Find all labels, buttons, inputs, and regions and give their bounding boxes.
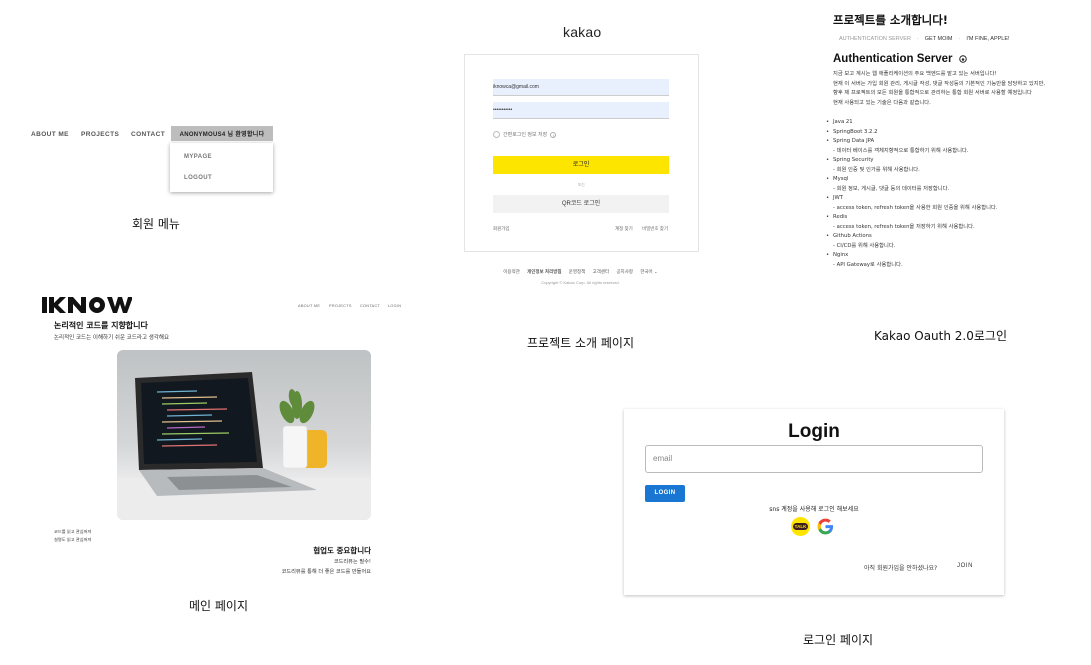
tab-get-moim[interactable]: GET MOIM [925,36,953,42]
collab-sub-1: 코드리뷰는 필수! [333,559,371,565]
dropdown-mypage[interactable]: MYPAGE [184,154,212,160]
google-icon[interactable] [816,517,835,536]
tab-im-fine-apple[interactable]: I'M FINE, APPLE! [966,36,1009,42]
laptop-illustration [117,372,371,520]
kakao-privacy-link[interactable]: 개인정보 처리방침 [527,269,561,274]
tech-stack-list: Java 21 SpringBoot 3.2.2 Spring Data JPA… [826,118,998,270]
kakao-talk-icon[interactable]: TALK [791,517,810,536]
tab-authentication-server[interactable]: AUTHENTICATION SERVER [839,36,911,42]
email-input[interactable]: email [645,445,983,473]
kakao-notice-link[interactable]: 공지사항 [616,269,633,274]
tech-item: Spring Security [826,156,998,166]
kakao-copyright: Copyright © Kakao Corp. All rights reser… [541,280,620,285]
nav-about-me[interactable]: ABOUT ME [31,131,69,138]
desc-line: 지금 보고 계시는 웹 애플리케이션의 주요 백엔드를 맡고 있는 서버입니다! [833,71,997,77]
main-small-text-1: 코드를 읽고 관심꺼져 [54,529,92,534]
login-card: Login email LOGIN sns 계정을 사용해 로그인 해보세요 T… [624,409,1004,595]
main-headline: 논리적인 코드를 지향합니다 [54,321,148,330]
tech-item-desc: - 회원 인증 및 인가를 위해 사용합니다. [833,166,920,173]
desc-line: 현재 이 서버는 가입 회원 관리, 게시글 작성, 댓글 작성등의 기본적인 … [833,80,1046,87]
nav-projects[interactable]: PROJECTS [81,131,119,138]
main-small-text-2: 설명도 읽고 관심꺼져 [54,537,92,542]
tech-item-desc: - 데이터 베이스를 객체지향적으로 통합하기 위해 사용합니다. [833,147,969,154]
project-tabs: AUTHENTICATION SERVER · GET MOIM · I'M F… [839,36,1010,42]
auth-server-title: Authentication Server [833,53,953,65]
tech-item: JWT [826,194,998,204]
collab-heading: 협업도 중요합니다 [313,546,371,555]
kakao-login-button[interactable]: 로그인 [493,156,669,174]
main-nav-login[interactable]: LOGIN [388,304,401,308]
tab-separator: · [916,36,919,42]
login-title: Login [788,421,840,442]
kakao-find-account-link[interactable]: 계정 찾기 [615,226,633,232]
kakao-support-link[interactable]: 고객센터 [593,269,610,274]
kakao-footer-links: 이용약관 개인정보 처리방침 운영정책 고객센터 공지사항 한국어 ⌄ [464,269,697,275]
kakao-password-input[interactable]: ••••••••••• [493,102,669,119]
tech-item-desc: - access token, refresh token을 저장하기 위해 사… [833,223,975,230]
nav-contact[interactable]: CONTACT [131,131,165,138]
main-nav-projects[interactable]: PROJECTS [329,304,352,308]
collab-sub-2: 코드리뷰를 통해 더 좋은 코드를 만들어요 [281,569,371,575]
join-button[interactable]: JOIN [957,563,973,569]
tech-item-desc: - API Gateway로 사용합니다. [833,261,903,268]
main-subline: 논리적인 코드는 이해하기 쉬운 코드라고 생각해요 [54,335,170,341]
project-description: 지금 보고 계시는 웹 애플리케이션의 주요 백엔드를 맡고 있는 서버입니다!… [833,70,1045,108]
kakao-find-password-link[interactable]: 비밀번호 찾기 [642,226,668,232]
kakao-signup-link[interactable]: 회원가입 [493,226,510,232]
info-icon[interactable]: i [550,131,557,138]
main-nav-contact[interactable]: CONTACT [360,304,380,308]
kakao-talk-label: TALK [792,523,809,530]
desc-line: 향후 제 프로젝트의 모든 회원을 통합적으로 관리하는 통합 회원 서버로 사… [833,90,1032,96]
project-page-title: 프로젝트를 소개합니다! [833,13,949,27]
tech-item-desc: - CI/CD를 위해 사용합니다. [833,242,896,249]
auth-server-heading: Authentication Server [833,53,967,65]
kakao-qr-login-button[interactable]: QR코드 로그인 [493,195,669,213]
sns-icons: TALK [791,517,835,536]
kakao-language-select[interactable]: 한국어 ⌄ [640,269,657,274]
login-button[interactable]: LOGIN [645,485,685,502]
kakao-policy-link[interactable]: 운영정책 [569,269,586,274]
tab-separator: · [958,36,961,42]
main-caption: 메인 페이지 [189,599,249,613]
tech-item: Java 21 [826,118,998,128]
tech-item: SpringBoot 3.2.2 [826,128,998,138]
tech-item-desc: - access token, refresh token을 사용한 회원 인증… [833,204,998,211]
tech-item: Mysql [826,175,998,185]
kakao-or-divider: 또는 [577,182,586,187]
tech-item: Nginx [826,251,998,261]
dropdown-logout[interactable]: LOGOUT [184,175,212,181]
user-menu-button[interactable]: ANONYMOUS4 님 환영합니다 [171,126,273,141]
github-icon[interactable] [958,55,967,63]
kakao-remember-label: 간편로그인 정보 저장 [503,132,548,138]
desc-line: 현재 사용되고 있는 기술은 다음과 같습니다. [833,99,931,106]
kakao-terms-link[interactable]: 이용약관 [503,269,520,274]
member-menu-caption: 회원 메뉴 [132,217,180,231]
user-dropdown: MYPAGE LOGOUT [170,143,273,192]
laptop-photo [117,350,371,520]
kakao-logo: kakao [563,24,602,40]
checkbox-circle-icon [493,131,500,138]
kakao-login-card: iknowca@gmail.com ••••••••••• 간편로그인 정보 저… [464,54,699,252]
tech-item: Redis [826,213,998,223]
project-caption: 프로젝트 소개 페이지 [527,336,634,350]
iknow-logo[interactable] [42,295,132,315]
tech-item-desc: - 회원 정보, 게시글, 댓글 등의 데이터를 저장합니다. [833,185,950,192]
join-question: 아직 회원가입을 안하셨나요? [864,565,938,572]
main-nav-about-me[interactable]: ABOUT ME [298,304,320,308]
tech-item: Github Actions [826,232,998,242]
kakao-email-input[interactable]: iknowca@gmail.com [493,79,669,96]
tech-item: Spring Data JPA [826,137,998,147]
login-caption: 로그인 페이지 [803,633,874,647]
kakao-remember-checkbox[interactable]: 간편로그인 정보 저장 i [493,131,557,138]
kakao-caption: Kakao Oauth 2.0로그인 [874,329,1007,343]
sns-login-text: sns 계정을 사용해 로그인 해보세요 [769,506,859,513]
